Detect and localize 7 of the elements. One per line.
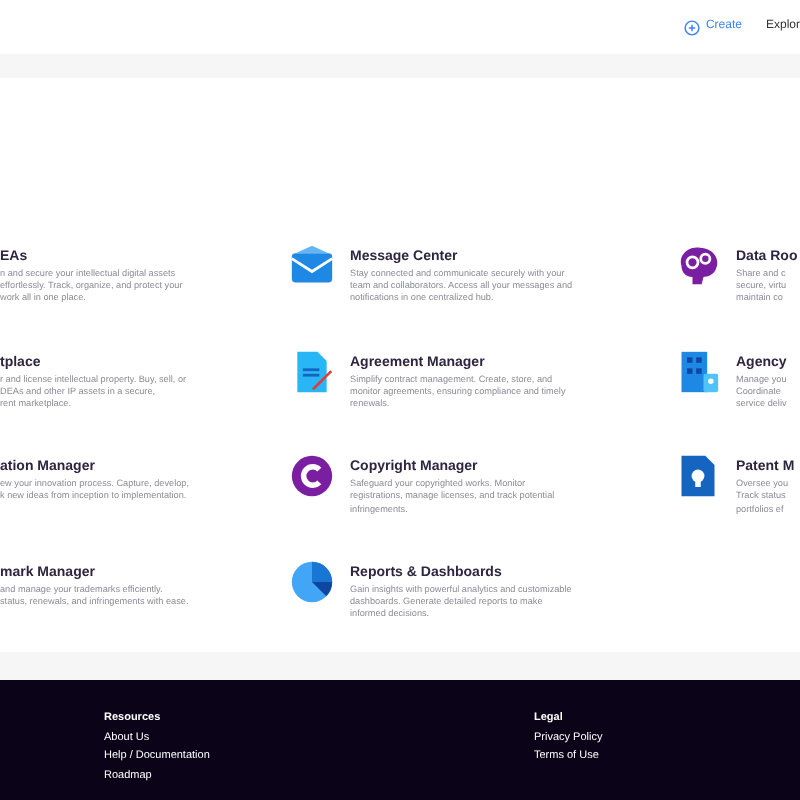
copyright-icon [290,454,334,499]
plus-circle-icon [683,19,700,35]
building-icon [676,349,720,394]
brain-gears-icon [676,244,720,288]
envelope-icon [290,244,334,288]
document-bulb-icon [676,454,720,499]
pie-chart-icon [290,559,334,604]
